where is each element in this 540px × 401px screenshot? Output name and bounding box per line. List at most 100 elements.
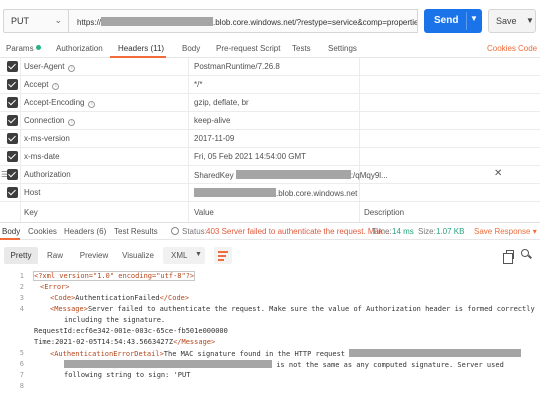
value-input[interactable]: Value (194, 208, 214, 217)
header-key[interactable]: x-ms-version (24, 134, 70, 143)
header-key[interactable]: Host (24, 188, 40, 197)
code-close-tag: </Code> (159, 294, 190, 302)
info-icon[interactable]: i (68, 119, 76, 126)
format-select[interactable]: XML ▼ (163, 247, 205, 264)
redacted-signature-detail (64, 360, 272, 368)
header-value[interactable]: gzip, deflate, br (194, 98, 249, 107)
auth-error-detail: <AuthenticationErrorDetail>The MAC signa… (50, 349, 522, 358)
copy-icon[interactable] (503, 250, 514, 264)
header-value[interactable]: */* (194, 80, 202, 89)
header-checkbox[interactable] (7, 115, 18, 126)
header-key[interactable]: x-ms-date (24, 152, 60, 161)
message-open-tag: <Message> (50, 305, 88, 313)
view-bar: Pretty Raw Preview Visualize XML ▼ (0, 245, 540, 265)
cookies-link[interactable]: Cookies (487, 44, 516, 53)
header-value[interactable]: 2017-11-09 (194, 134, 234, 143)
time-value[interactable]: 14 ms (392, 227, 414, 236)
preview-button[interactable]: Preview (74, 247, 114, 264)
url-input[interactable]: https:// .blob.core.windows.net/?restype=… (68, 9, 418, 33)
info-icon[interactable]: i (52, 83, 60, 90)
auth-detail-text: The MAC signature found in the HTTP requ… (163, 350, 346, 358)
format-label: XML (171, 251, 188, 260)
save-response-button[interactable]: Save Response ▾ (474, 227, 537, 236)
header-key[interactable]: Accept-Encoding i (24, 98, 96, 108)
code-link[interactable]: Code (518, 44, 537, 53)
tab-response-cookies[interactable]: Cookies (28, 227, 57, 236)
search-icon[interactable] (521, 249, 529, 257)
header-value[interactable]: SharedKey :/qMqy9l... (194, 170, 388, 180)
code-element: <Code>AuthenticationFailed</Code> (50, 294, 189, 302)
message-text-line4: Time:2021-02-05T14:54:43.5663427Z</Messa… (34, 338, 215, 346)
line-number: 3 (19, 294, 24, 302)
header-checkbox[interactable] (7, 133, 18, 144)
request-tabs: Params Authorization Headers (11) Body P… (0, 40, 540, 58)
pretty-button[interactable]: Pretty (4, 247, 38, 264)
table-row: x-ms-version 2017-11-09 (0, 130, 540, 148)
status-label: Status: (182, 227, 207, 236)
message-text-line2: including the signature. (64, 316, 166, 324)
tab-settings[interactable]: Settings (328, 44, 357, 53)
header-checkbox[interactable] (7, 151, 18, 162)
method-select[interactable]: PUT ⌄ (3, 9, 69, 33)
tab-tests[interactable]: Tests (292, 44, 311, 53)
header-value[interactable]: Fri, 05 Feb 2021 14:54:00 GMT (194, 152, 306, 161)
header-key[interactable]: Authorization (24, 170, 71, 179)
error-open-tag: <Error> (40, 283, 70, 291)
host-value-suffix: .blob.core.windows.net (276, 189, 358, 198)
active-tab-indicator (0, 238, 20, 240)
tab-headers[interactable]: Headers (11) (118, 44, 164, 53)
header-checkbox[interactable] (7, 79, 18, 90)
redacted-request (349, 349, 522, 357)
header-value[interactable]: keep-alive (194, 116, 230, 125)
wrap-line (218, 251, 228, 253)
wrap-lines-icon[interactable] (214, 247, 232, 264)
send-label: Send (434, 15, 459, 26)
message-time-text: Time:2021-02-05T14:54:43.5663427Z (34, 338, 174, 346)
chevron-down-icon: ⌄ (54, 15, 62, 25)
table-row: Accept i */* (0, 76, 540, 94)
send-dropdown-icon[interactable]: ▼ (470, 14, 478, 23)
header-checkbox[interactable] (7, 187, 18, 198)
header-key[interactable]: Accept i (24, 80, 60, 90)
tab-params[interactable]: Params (6, 44, 41, 53)
tab-prerequest-script[interactable]: Pre-request Script (216, 44, 280, 53)
key-input[interactable]: Key (24, 208, 38, 217)
header-checkbox[interactable] (7, 61, 18, 72)
header-key[interactable]: Connection i (24, 116, 76, 126)
line-number: 8 (19, 382, 24, 390)
header-key[interactable]: User-Agent i (24, 62, 76, 72)
header-value[interactable]: .blob.core.windows.net (194, 188, 357, 198)
size-value[interactable]: 1.07 KB (436, 227, 464, 236)
save-button[interactable]: Save ▼ (488, 9, 536, 33)
visualize-button[interactable]: Visualize (118, 247, 158, 264)
line-number: 4 (19, 305, 24, 313)
description-input[interactable]: Description (364, 208, 404, 217)
info-icon[interactable]: i (68, 65, 76, 72)
table-row-new: Key Value Description (0, 204, 540, 222)
status-value[interactable]: 403 Server failed to authenticate the re… (206, 227, 390, 236)
auth-detail-text2: is not the same as any computed signatur… (276, 361, 504, 369)
tab-test-results[interactable]: Test Results (114, 227, 158, 236)
header-checkbox[interactable] (7, 169, 18, 180)
tab-authorization[interactable]: Authorization (56, 44, 103, 53)
tab-body[interactable]: Body (182, 44, 200, 53)
table-row: ☰ Authorization SharedKey :/qMqy9l... ✕ (0, 166, 540, 184)
info-icon[interactable]: i (88, 101, 96, 108)
save-dropdown-icon[interactable]: ▼ (526, 16, 534, 25)
method-label: PUT (11, 16, 29, 26)
delete-row-icon[interactable]: ✕ (494, 168, 502, 179)
line-number: 5 (19, 349, 24, 357)
header-checkbox[interactable] (7, 97, 18, 108)
header-value[interactable]: PostmanRuntime/7.26.8 (194, 62, 280, 71)
line-number: 2 (19, 283, 24, 291)
tab-params-label: Params (6, 44, 34, 53)
raw-button[interactable]: Raw (42, 247, 68, 264)
response-body-code[interactable]: 1 2 3 4 5 6 7 8 <?xml version="1.0" enco… (0, 268, 540, 401)
wrap-line (218, 259, 224, 261)
tab-response-headers[interactable]: Headers (6) (64, 227, 106, 236)
request-bar: PUT ⌄ https:// .blob.core.windows.net/?re… (0, 0, 540, 40)
redacted-signature (235, 170, 351, 179)
response-tabs: Body Cookies Headers (6) Test Results St… (0, 222, 540, 240)
send-button[interactable]: Send ▼ (424, 9, 482, 33)
tab-response-body[interactable]: Body (2, 227, 20, 236)
